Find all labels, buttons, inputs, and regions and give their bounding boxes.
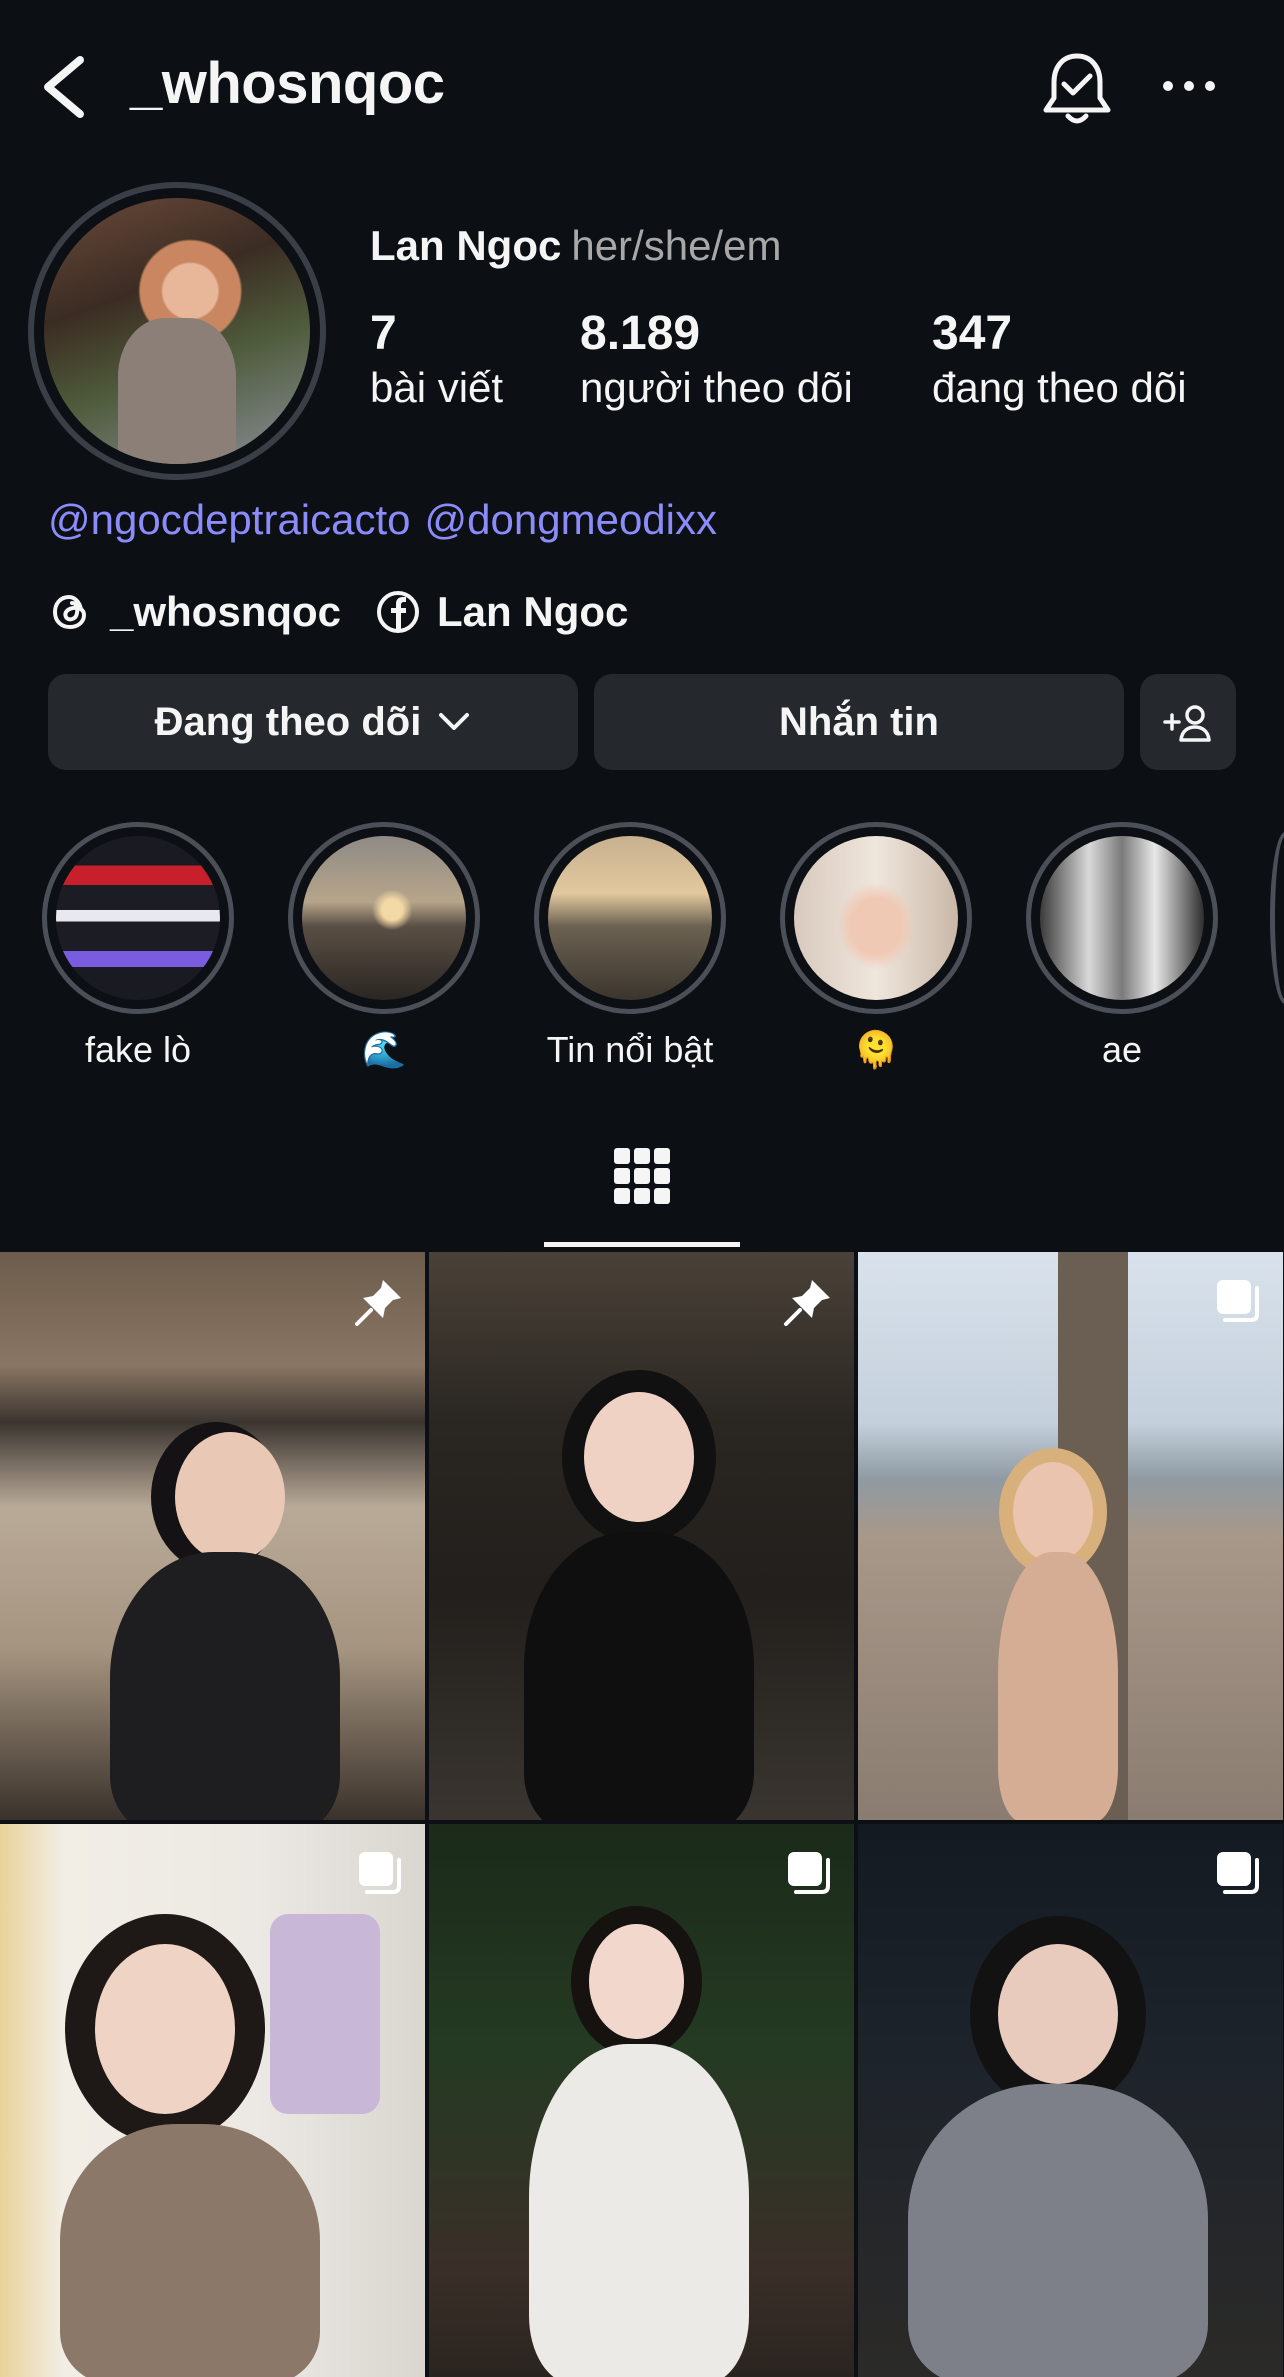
highlight-ring (534, 822, 726, 1014)
followers-label: người theo dõi (580, 363, 853, 411)
post-subject (95, 1944, 235, 2114)
highlight-ring (288, 822, 480, 1014)
display-name-text: Lan Ngoc (370, 222, 562, 269)
post-subject-body (524, 1532, 754, 1820)
following-label: đang theo dõi (932, 363, 1187, 411)
post-subject (175, 1432, 285, 1562)
phone-case (270, 1914, 380, 2114)
top-bar: _whosnqoc (0, 0, 1284, 170)
grid-tab-icon[interactable] (612, 1146, 672, 1206)
post-thumbnail[interactable] (858, 1252, 1283, 1820)
post-subject-body (529, 2044, 749, 2377)
post-subject-body (908, 2084, 1208, 2377)
highlight-item[interactable]: 🫠 (778, 822, 974, 1071)
post-thumbnail[interactable] (858, 1824, 1283, 2377)
highlight-label: Tin nổi bật (546, 1029, 714, 1070)
add-person-icon (1163, 705, 1211, 742)
highlight-cover (548, 836, 712, 1000)
post-thumbnail[interactable] (429, 1824, 854, 2377)
more-options-icon[interactable] (1160, 70, 1218, 102)
pronouns: her/she/em (571, 222, 782, 269)
highlight-cover (56, 836, 220, 1000)
posts-label: bài viết (370, 363, 504, 411)
threads-username: _whosnqoc (110, 588, 342, 635)
bio-mentions: @ngocdeptraicacto @dongmeodixx (48, 496, 731, 544)
highlight-item[interactable]: ae (1024, 822, 1220, 1071)
notification-bell-icon[interactable] (1040, 48, 1114, 126)
highlight-label: 🌊 (361, 1029, 407, 1070)
back-arrow-icon[interactable] (36, 52, 92, 122)
stat-followers[interactable]: 8.189 người theo dõi (580, 307, 853, 413)
post-subject-body (998, 1552, 1118, 1820)
post-subject (589, 1924, 684, 2039)
posts-count: 7 (370, 307, 397, 360)
multi-photo-icon (788, 1852, 830, 1894)
highlight-cover (794, 836, 958, 1000)
stat-following[interactable]: 347 đang theo dõi (932, 307, 1187, 413)
profile-username-title: _whosnqoc (130, 51, 445, 116)
multi-photo-icon (359, 1852, 401, 1894)
pin-icon (784, 1280, 830, 1326)
highlight-item-partial[interactable] (1270, 832, 1284, 1004)
post-thumbnail[interactable] (0, 1252, 425, 1820)
mention-link[interactable]: @ngocdeptraicacto (48, 496, 411, 543)
threads-icon (52, 594, 87, 630)
highlight-ring (42, 822, 234, 1014)
post-thumbnail[interactable] (0, 1824, 425, 2377)
avatar-image (44, 198, 310, 464)
post-thumbnail[interactable] (429, 1252, 854, 1820)
profile-avatar[interactable] (28, 182, 326, 480)
highlight-label: ae (1101, 1029, 1143, 1070)
facebook-name: Lan Ngoc (437, 588, 629, 635)
highlight-ring (780, 822, 972, 1014)
message-button-label: Nhắn tin (779, 699, 939, 744)
highlight-ring (1026, 822, 1218, 1014)
post-subject (1013, 1462, 1093, 1562)
suggest-people-button[interactable] (1140, 674, 1236, 770)
highlight-item[interactable]: Tin nổi bật (532, 822, 728, 1071)
highlight-cover (302, 836, 466, 1000)
highlight-cover (1040, 836, 1204, 1000)
highlight-item[interactable]: fake lò (40, 822, 236, 1071)
following-button-label: Đang theo dõi (154, 699, 422, 744)
chevron-down-icon (439, 713, 470, 730)
highlight-label: fake lò (84, 1029, 192, 1070)
message-button[interactable]: Nhắn tin (594, 674, 1124, 770)
post-subject-body (60, 2124, 320, 2377)
multi-photo-icon (1217, 1280, 1259, 1322)
multi-photo-icon (1217, 1852, 1259, 1894)
mention-link[interactable]: @dongmeodixx (425, 496, 717, 543)
profile-links: _whosnqoc Lan Ngoc (48, 582, 662, 642)
following-button[interactable]: Đang theo dõi (48, 674, 578, 770)
threads-link[interactable]: _whosnqoc (48, 588, 341, 636)
display-name: Lan Ngoc her/she/em (370, 222, 781, 270)
following-count: 347 (932, 307, 1013, 360)
highlight-item[interactable]: 🌊 (286, 822, 482, 1071)
post-subject (584, 1392, 694, 1522)
stat-posts: 7 bài viết (370, 307, 504, 413)
pin-icon (355, 1280, 401, 1326)
active-tab-indicator (544, 1242, 740, 1247)
post-subject-body (110, 1552, 340, 1820)
facebook-icon (377, 591, 420, 633)
highlight-label: 🫠 (853, 1029, 899, 1070)
facebook-link[interactable]: Lan Ngoc (375, 588, 628, 636)
followers-count: 8.189 (580, 307, 701, 360)
post-subject (998, 1944, 1118, 2084)
